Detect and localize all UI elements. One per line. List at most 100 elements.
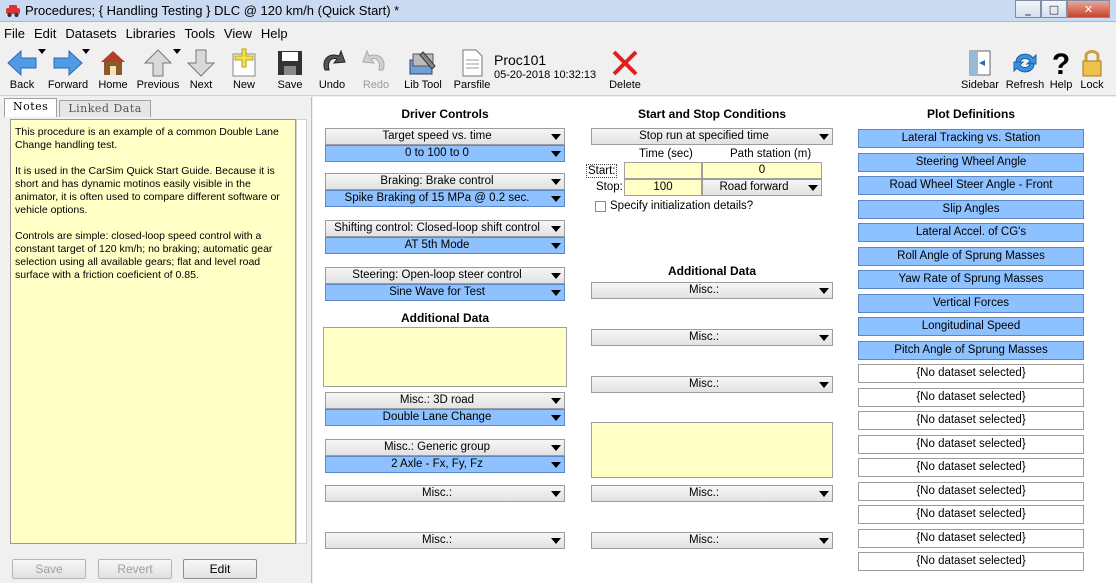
- ss-misc-dropdown-1[interactable]: Misc.:: [591, 282, 833, 299]
- previous-dropdown-icon[interactable]: [173, 49, 181, 55]
- back-dropdown-icon[interactable]: [38, 49, 46, 55]
- new-button[interactable]: New: [227, 48, 261, 91]
- chevron-down-icon: [548, 268, 564, 283]
- menu-tools[interactable]: Tools: [185, 26, 215, 41]
- braking-category-dropdown[interactable]: Braking: Brake control: [325, 173, 565, 190]
- minimize-button[interactable]: _: [1015, 0, 1041, 18]
- ss-misc-dropdown-3[interactable]: Misc.:: [591, 376, 833, 393]
- plot-dataset-dropdown[interactable]: {No dataset selected}: [858, 481, 1084, 501]
- misc-generic-category-dropdown[interactable]: Misc.: Generic group: [325, 439, 565, 456]
- tab-linked-data[interactable]: Linked Data: [59, 100, 151, 117]
- menu-edit[interactable]: Edit: [34, 26, 56, 41]
- chevron-down-icon: [548, 191, 564, 206]
- plot-dataset-dropdown[interactable]: {No dataset selected}: [858, 364, 1084, 383]
- home-icon: [101, 51, 125, 75]
- delete-button[interactable]: Delete: [607, 48, 643, 91]
- plot-dataset-dropdown[interactable]: Road Wheel Steer Angle - Front: [858, 176, 1084, 195]
- start-time-input[interactable]: [624, 162, 702, 179]
- notes-save-button[interactable]: Save: [12, 559, 86, 579]
- ss-misc-dropdown-2[interactable]: Misc.:: [591, 329, 833, 346]
- redo-button[interactable]: Redo: [359, 48, 393, 91]
- stop-mode-dropdown[interactable]: Stop run at specified time: [591, 128, 833, 145]
- lock-button[interactable]: Lock: [1077, 48, 1107, 91]
- up-arrow-icon: [143, 49, 173, 77]
- forward-dropdown-icon[interactable]: [82, 49, 90, 55]
- chevron-down-icon: [816, 283, 832, 298]
- stop-time-input[interactable]: 100: [624, 179, 702, 196]
- red-x-icon: [612, 50, 638, 76]
- text-file-icon: [462, 49, 483, 77]
- stop-station-dropdown[interactable]: Road forward: [702, 179, 822, 196]
- menu-help[interactable]: Help: [261, 26, 288, 41]
- menu-bar: File Edit Datasets Libraries Tools View …: [0, 23, 1116, 44]
- start-station-input[interactable]: 0: [702, 162, 822, 179]
- misc-dropdown-3[interactable]: Misc.:: [325, 485, 565, 502]
- notes-scrollbar[interactable]: [296, 119, 307, 544]
- chevron-down-icon: [816, 377, 832, 392]
- back-button[interactable]: Back: [4, 48, 40, 91]
- plot-dataset-dropdown[interactable]: Lateral Tracking vs. Station: [858, 129, 1084, 148]
- notes-textarea[interactable]: This procedure is an example of a common…: [10, 119, 296, 544]
- plot-dataset-dropdown[interactable]: {No dataset selected}: [858, 505, 1084, 524]
- ss-misc-dropdown-5[interactable]: Misc.:: [591, 532, 833, 549]
- startstop-additional-data-textarea[interactable]: [591, 422, 833, 478]
- chevron-down-icon: [548, 146, 564, 161]
- home-button[interactable]: Home: [96, 48, 130, 91]
- lib-tool-button[interactable]: Lib Tool: [402, 48, 444, 91]
- steering-category-dropdown[interactable]: Steering: Open-loop steer control: [325, 267, 565, 284]
- plot-dataset-dropdown[interactable]: {No dataset selected}: [858, 434, 1084, 454]
- menu-libraries[interactable]: Libraries: [126, 26, 176, 41]
- down-arrow-icon: [186, 49, 216, 77]
- plot-dataset-dropdown[interactable]: {No dataset selected}: [858, 458, 1084, 477]
- save-toolbar-button[interactable]: Save: [273, 48, 307, 91]
- maximize-button[interactable]: □: [1041, 0, 1067, 18]
- undo-button[interactable]: Undo: [315, 48, 349, 91]
- sidebar-button[interactable]: Sidebar: [960, 48, 1000, 91]
- plot-dataset-dropdown[interactable]: {No dataset selected}: [858, 411, 1084, 430]
- plot-dataset-dropdown[interactable]: {No dataset selected}: [858, 552, 1084, 571]
- misc-generic-dataset-dropdown[interactable]: 2 Axle - Fx, Fy, Fz: [325, 456, 565, 473]
- tab-notes[interactable]: Notes: [4, 98, 58, 117]
- target-speed-dataset-dropdown[interactable]: 0 to 100 to 0: [325, 145, 565, 162]
- chevron-down-icon: [548, 486, 564, 501]
- misc-3d-road-category-dropdown[interactable]: Misc.: 3D road: [325, 392, 565, 409]
- path-station-column-label: Path station (m): [730, 148, 812, 160]
- dataset-date: 05-20-2018 10:32:13: [494, 69, 597, 81]
- braking-dataset-dropdown[interactable]: Spike Braking of 15 MPa @ 0.2 sec.: [325, 190, 565, 207]
- refresh-button[interactable]: Refresh: [1004, 48, 1046, 91]
- help-button[interactable]: ? Help: [1047, 48, 1075, 91]
- plot-dataset-dropdown[interactable]: Vertical Forces: [858, 293, 1084, 313]
- next-button[interactable]: Next: [184, 48, 218, 91]
- driver-additional-data-textarea[interactable]: [323, 327, 567, 387]
- notes-revert-button[interactable]: Revert: [98, 559, 172, 579]
- plot-dataset-dropdown[interactable]: Longitudinal Speed: [858, 317, 1084, 336]
- new-document-icon: [232, 48, 256, 77]
- start-label: Start:: [586, 164, 618, 178]
- menu-file[interactable]: File: [4, 26, 25, 41]
- menu-view[interactable]: View: [224, 26, 252, 41]
- plot-dataset-dropdown[interactable]: Lateral Accel. of CG's: [858, 223, 1084, 242]
- plot-dataset-dropdown[interactable]: {No dataset selected}: [858, 528, 1084, 548]
- init-details-checkbox[interactable]: [595, 201, 606, 212]
- shifting-category-dropdown[interactable]: Shifting control: Closed-loop shift cont…: [325, 220, 565, 237]
- plot-dataset-dropdown[interactable]: {No dataset selected}: [858, 387, 1084, 407]
- svg-text:?: ?: [1052, 48, 1070, 78]
- parsfile-button[interactable]: Parsfile: [452, 48, 492, 91]
- plot-dataset-dropdown[interactable]: Yaw Rate of Sprung Masses: [858, 270, 1084, 289]
- driver-additional-data-heading: Additional Data: [400, 311, 489, 325]
- close-button[interactable]: ✕: [1067, 0, 1110, 18]
- steering-dataset-dropdown[interactable]: Sine Wave for Test: [325, 284, 565, 301]
- plot-dataset-dropdown[interactable]: Slip Angles: [858, 199, 1084, 219]
- misc-3d-road-dataset-dropdown[interactable]: Double Lane Change: [325, 409, 565, 426]
- plot-dataset-dropdown[interactable]: Steering Wheel Angle: [858, 152, 1084, 172]
- menu-datasets[interactable]: Datasets: [65, 26, 116, 41]
- sidebar-icon: [969, 50, 991, 76]
- plot-dataset-dropdown[interactable]: Pitch Angle of Sprung Masses: [858, 340, 1084, 360]
- notes-edit-button[interactable]: Edit: [183, 559, 257, 579]
- plot-dataset-dropdown[interactable]: Roll Angle of Sprung Masses: [858, 246, 1084, 266]
- floppy-disk-icon: [278, 51, 302, 75]
- shifting-dataset-dropdown[interactable]: AT 5th Mode: [325, 237, 565, 254]
- target-speed-category-dropdown[interactable]: Target speed vs. time: [325, 128, 565, 145]
- misc-dropdown-4[interactable]: Misc.:: [325, 532, 565, 549]
- ss-misc-dropdown-4[interactable]: Misc.:: [591, 485, 833, 502]
